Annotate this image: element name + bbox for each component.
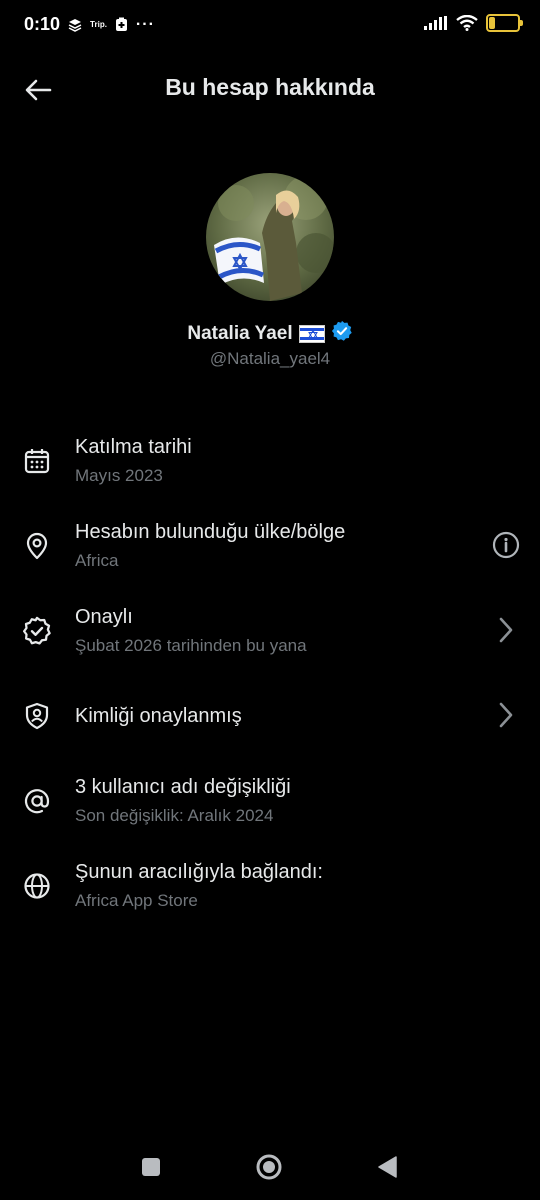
join-date-value: Mayıs 2023 [75, 466, 163, 485]
username-last-change-value: Son değişiklik: Aralık 2024 [75, 806, 274, 825]
system-nav-bar [0, 1134, 540, 1200]
user-handle: @Natalia_yael4 [209, 349, 331, 368]
connected-via-value: Africa App Store [75, 891, 198, 910]
system-back-button[interactable] [372, 1152, 402, 1182]
avatar-photo [206, 173, 334, 301]
info-icon[interactable] [490, 529, 522, 561]
username-changes-label: 3 kullanıcı adı değişikliği [75, 776, 291, 798]
battery-level: 21 [496, 16, 510, 30]
more-notifications-icon: ··· [135, 15, 155, 33]
list-item-join-date: Katılma tarihi Mayıs 2023 [0, 418, 540, 503]
battery-icon: 21 [486, 14, 523, 32]
recents-button[interactable] [136, 1152, 166, 1182]
globe-icon [22, 871, 52, 901]
display-name: Natalia Yael [187, 322, 293, 344]
avatar[interactable] [206, 173, 334, 301]
verified-badge-icon [331, 320, 353, 347]
trip-app-label: Trip. [90, 20, 107, 29]
location-pin-icon [22, 531, 52, 561]
signal-icon [424, 16, 448, 30]
account-location-value: Africa [75, 551, 119, 570]
status-left: 0:10 Trip. ··· [24, 14, 155, 35]
account-location-label: Hesabın bulunduğu ülke/bölge [75, 521, 346, 543]
profile-name-row: Natalia Yael [0, 320, 540, 347]
home-button[interactable] [254, 1152, 284, 1182]
list-item-verified[interactable]: Onaylı Şubat 2026 tarihinden bu yana [0, 588, 540, 673]
list-item-username-changes: 3 kullanıcı adı değişikliği Son değişikl… [0, 758, 540, 843]
account-info-list: Katılma tarihi Mayıs 2023 Hesabın bulund… [0, 418, 540, 928]
chevron-right-icon [490, 699, 522, 731]
list-item-connected-via: Şunun aracılığıyla bağlandı: Africa App … [0, 843, 540, 928]
connected-via-label: Şunun aracılığıyla bağlandı: [75, 861, 323, 883]
status-right: 21 [424, 14, 523, 32]
chevron-right-icon [490, 614, 522, 646]
triangle-back-icon [378, 1156, 397, 1178]
circle-icon [256, 1154, 282, 1180]
clock: 0:10 [24, 14, 61, 34]
list-item-identity-verified[interactable]: Kimliği onaylanmış [0, 673, 540, 758]
israel-flag-icon [298, 324, 325, 343]
square-icon [142, 1158, 160, 1176]
verified-label: Onaylı [75, 606, 133, 628]
verified-since-value: Şubat 2026 tarihinden bu yana [75, 636, 307, 655]
list-item-account-location: Hesabın bulunduğu ülke/bölge Africa [0, 503, 540, 588]
battery-fill [489, 17, 495, 29]
calendar-icon [22, 446, 52, 476]
medical-kit-icon [115, 17, 128, 32]
wifi-icon [456, 15, 478, 31]
identity-verified-label: Kimliği onaylanmış [75, 705, 242, 727]
top-app-bar: Bu hesap hakkında [0, 60, 540, 118]
join-date-label: Katılma tarihi [75, 436, 192, 458]
layers-icon [68, 18, 82, 32]
status-bar: 0:10 Trip. ··· 21 [0, 0, 540, 52]
at-sign-icon [22, 786, 52, 816]
id-shield-icon [22, 701, 52, 731]
page-title: Bu hesap hakkında [165, 74, 375, 100]
verified-outline-icon [22, 616, 52, 646]
